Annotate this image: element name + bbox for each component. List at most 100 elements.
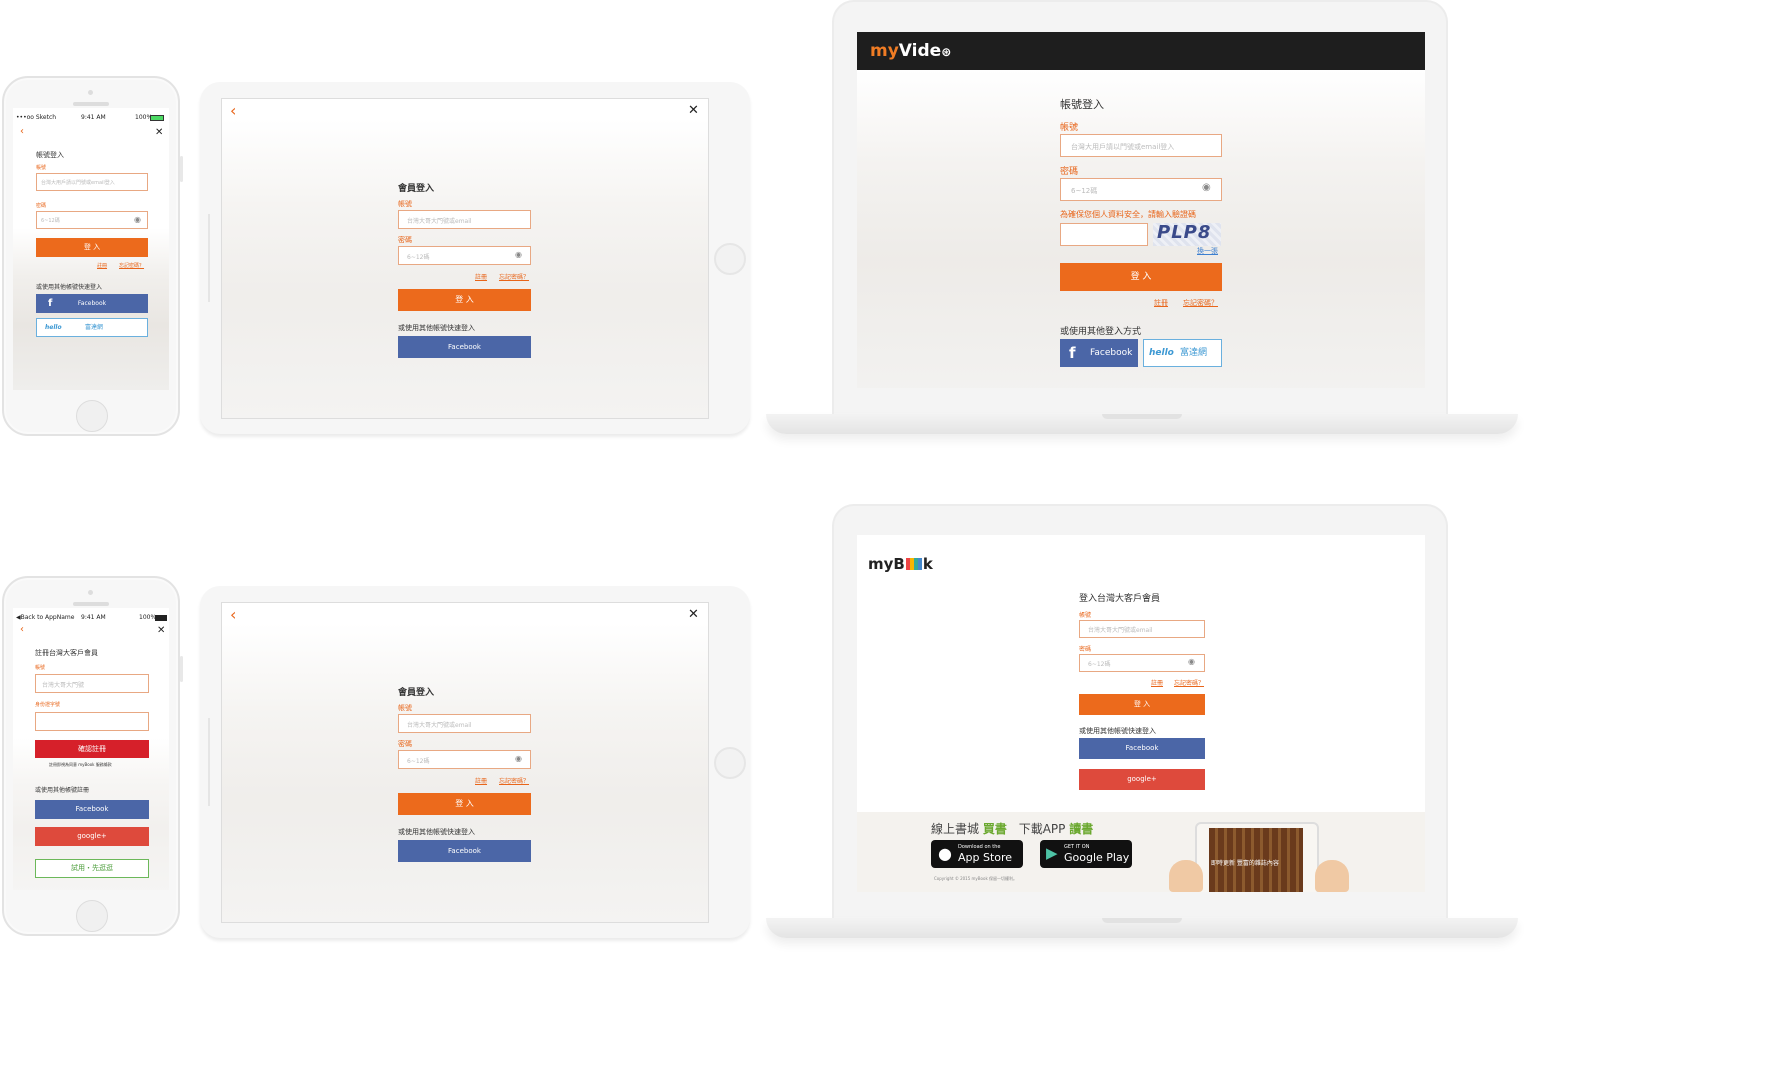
facebook-button[interactable]: f Facebook	[36, 294, 148, 313]
account-input[interactable]: 台灣大哥大門號或email	[398, 210, 531, 229]
film-reel-icon: ⊛	[941, 45, 952, 59]
account-input[interactable]: 台灣大哥大門號或email	[398, 714, 531, 733]
register-link[interactable]: 註冊	[475, 776, 487, 785]
id-input[interactable]	[35, 712, 149, 731]
password-input[interactable]: 6~12碼	[398, 246, 531, 265]
status-back[interactable]: ◀Back to AppName	[16, 614, 74, 621]
tablet-caption: 即時更新 豐富的雜誌內容	[1211, 860, 1279, 867]
left-hand-image	[1169, 860, 1203, 892]
close-icon[interactable]: ✕	[688, 607, 699, 622]
account-input[interactable]: 台灣大哥大門號或email	[1079, 620, 1205, 638]
account-input[interactable]: 台灣大用戶請以門號或email登入	[36, 173, 148, 191]
password-label: 密碼	[398, 740, 412, 748]
password-label: 密碼	[398, 236, 412, 244]
hello-button[interactable]: hello 富達網	[36, 318, 148, 337]
password-label: 密碼	[1060, 167, 1079, 177]
battery-icon	[155, 615, 167, 621]
phone-home-button	[76, 400, 108, 432]
register-link[interactable]: 註冊	[1151, 678, 1163, 687]
eye-icon[interactable]: ◉	[515, 250, 522, 259]
battery-icon	[150, 115, 164, 121]
alt-login-title: 或使用其他帳號快速登入	[36, 284, 103, 291]
close-icon[interactable]: ✕	[688, 103, 699, 118]
login-button[interactable]: 登 入	[36, 238, 148, 257]
password-input[interactable]: 6~12碼	[1060, 178, 1222, 201]
back-chevron-icon[interactable]: ‹	[20, 126, 24, 137]
mybook-logo[interactable]: myB k	[868, 555, 933, 573]
account-input[interactable]: 台灣大用戶請以門號或email登入	[1060, 134, 1222, 157]
facebook-button[interactable]: Facebook	[398, 840, 531, 862]
register-link[interactable]: 註冊	[97, 262, 107, 269]
facebook-button[interactable]: Facebook	[35, 800, 149, 819]
google-play-big: Google Play	[1064, 851, 1130, 864]
phone-home-button	[76, 900, 108, 932]
promo-highlight-2: 讀書	[1069, 822, 1094, 836]
login-button[interactable]: 登 入	[1060, 263, 1222, 291]
phone-camera	[88, 590, 93, 595]
password-input[interactable]: 6~12碼	[36, 211, 148, 229]
trial-browse-button[interactable]: 試用・先逛逛	[35, 859, 149, 878]
eye-icon[interactable]: ◉	[515, 754, 522, 763]
eye-icon[interactable]: ◉	[1202, 182, 1211, 193]
password-input[interactable]: 6~12碼	[1079, 654, 1205, 672]
account-label: 帳號	[1060, 123, 1079, 133]
myvideo-logo[interactable]: myVide⊛	[870, 41, 951, 61]
forgot-password-link[interactable]: 忘記密碼？	[499, 272, 529, 281]
close-icon[interactable]: ✕	[155, 127, 163, 138]
laptop-base-bottom	[766, 918, 1518, 938]
account-label: 帳號	[35, 665, 46, 671]
form-title: 會員登入	[398, 184, 435, 194]
eye-icon[interactable]: ◉	[134, 215, 141, 224]
blurred-background	[222, 623, 708, 922]
terms-text[interactable]: 註冊即視為同意 myBook 服務條款	[49, 762, 112, 768]
back-chevron-icon[interactable]: ‹	[230, 101, 236, 120]
captcha-refresh-link[interactable]: 換一張	[1197, 246, 1218, 256]
facebook-button[interactable]: Facebook	[1079, 738, 1205, 759]
forgot-password-link[interactable]: 忘記密碼？	[499, 776, 529, 785]
password-input[interactable]: 6~12碼	[398, 750, 531, 769]
google-play-badge[interactable]: ▶ GET IT ON Google Play	[1040, 840, 1132, 868]
laptop-screen-top: myVide⊛ 帳號登入 帳號 台灣大用戶請以門號或email登入 密碼 6~1…	[857, 32, 1425, 388]
account-label: 帳號	[398, 704, 412, 712]
app-store-badge[interactable]: ● Download on the App Store	[931, 840, 1023, 868]
alt-login-title: 或使用其他帳號快速登入	[398, 324, 475, 332]
back-chevron-icon[interactable]: ‹	[230, 605, 236, 624]
google-plus-button[interactable]: google+	[35, 827, 149, 846]
confirm-register-button[interactable]: 確認註冊	[35, 740, 149, 758]
apple-icon: ●	[938, 844, 952, 863]
alt-login-title: 或使用其他登入方式	[1060, 327, 1142, 337]
laptop-notch	[1102, 414, 1182, 419]
password-label: 密碼	[1079, 646, 1092, 653]
copyright-text: Copyright © 2015 myBook 保留一切權利。	[934, 876, 1018, 881]
laptop-notch	[1102, 918, 1182, 923]
phone-device-top: •••oo Sketch 9:41 AM 100% ‹ ✕ 帳號登入 帳號 台灣…	[2, 76, 183, 436]
promo-banner: 線上書城 買書 下載APP 讀書 ● Download on the App S…	[857, 812, 1425, 892]
login-button[interactable]: 登 入	[398, 793, 531, 815]
forgot-password-link[interactable]: 忘記密碼？	[119, 262, 144, 269]
facebook-button[interactable]: f Facebook	[1060, 339, 1138, 367]
forgot-password-link[interactable]: 忘記密碼？	[1183, 298, 1218, 308]
back-chevron-icon[interactable]: ‹	[20, 624, 24, 635]
register-link[interactable]: 註冊	[475, 272, 487, 281]
phone-speaker	[73, 102, 109, 106]
facebook-button[interactable]: Facebook	[398, 336, 531, 358]
login-button[interactable]: 登 入	[398, 289, 531, 311]
google-plus-button[interactable]: google+	[1079, 769, 1205, 790]
app-store-small: Download on the	[958, 844, 1001, 850]
account-label: 帳號	[398, 200, 412, 208]
logo-suffix: k	[922, 555, 933, 573]
close-icon[interactable]: ✕	[157, 625, 165, 636]
eye-icon[interactable]: ◉	[1188, 657, 1195, 666]
forgot-password-link[interactable]: 忘記密碼？	[1174, 678, 1204, 687]
hello-button[interactable]: hello 富達網	[1143, 339, 1222, 367]
logo-suffix: Vide	[898, 41, 942, 61]
login-button[interactable]: 登 入	[1079, 694, 1205, 715]
captcha-input[interactable]	[1060, 223, 1148, 246]
account-input[interactable]: 台灣大哥大門號	[35, 674, 149, 693]
logo-prefix: myB	[868, 555, 905, 573]
captcha-text: PLP8	[1157, 222, 1212, 243]
register-link[interactable]: 註冊	[1154, 298, 1168, 308]
tablet-device-bottom: ‹ ✕ 會員登入 帳號 台灣大哥大門號或email 密碼 6~12碼 ◉ 註冊 …	[200, 586, 750, 938]
tablet-side-bar	[208, 214, 210, 302]
phone-camera	[88, 90, 93, 95]
